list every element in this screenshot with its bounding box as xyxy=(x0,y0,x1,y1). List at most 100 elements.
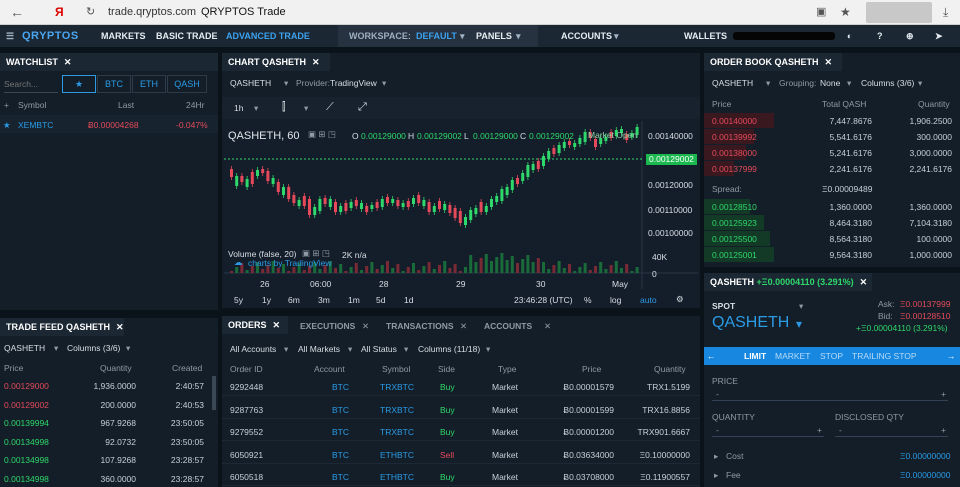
chevron-down-icon[interactable]: ▾ xyxy=(382,78,386,89)
tab-qash[interactable]: QASH xyxy=(167,75,207,93)
pair-select[interactable]: QASHETH xyxy=(4,343,45,353)
close-icon[interactable]: ✕ xyxy=(825,57,833,67)
filter-status[interactable]: All Status xyxy=(361,344,397,354)
chevron-down-icon[interactable]: ▾ xyxy=(304,103,308,114)
close-icon[interactable]: ✕ xyxy=(460,321,467,332)
increment-icon[interactable]: + xyxy=(941,425,946,435)
close-icon[interactable]: ✕ xyxy=(116,322,124,332)
back-arrow-icon[interactable]: ← xyxy=(10,0,24,25)
download-icon[interactable]: ⤓ xyxy=(943,0,948,25)
chevron-down-icon[interactable]: ▾ xyxy=(460,25,465,47)
table-row[interactable]: 0.00134998 107.9268 23:28:57 xyxy=(0,452,210,468)
close-icon[interactable]: ✕ xyxy=(273,320,281,330)
pair-select[interactable]: QASHETH xyxy=(712,78,753,88)
table-row[interactable]: 0.00134998 360.0000 23:28:57 xyxy=(0,471,210,487)
col-last[interactable]: Last xyxy=(118,100,134,110)
indicator-icon[interactable]: ⟋ xyxy=(326,101,334,114)
bid-row[interactable]: 0.00125923 8,464.3180 7,104.3180 xyxy=(704,215,960,230)
arrow-right-icon[interactable]: → xyxy=(947,351,956,361)
lock-icon[interactable]: ▣ xyxy=(816,0,826,25)
quantity-input[interactable]: - + xyxy=(712,423,824,437)
logo[interactable]: QRYPTOS xyxy=(22,25,79,47)
bid-row[interactable]: 0.00128510 1,360.0000 1,360.0000 xyxy=(704,199,960,214)
range-6m[interactable]: 6m xyxy=(288,295,300,305)
workspace-select[interactable]: DEFAULT xyxy=(416,25,457,47)
range-1d[interactable]: 1d xyxy=(404,295,413,305)
table-row[interactable]: 0.00129002 200.0000 2:40:53 xyxy=(0,397,210,413)
chevron-down-icon[interactable]: ▾ xyxy=(254,103,258,114)
scrollbar[interactable] xyxy=(212,376,216,410)
table-row[interactable]: 0.00139994 967.9268 23:50:05 xyxy=(0,415,210,431)
nav-wallets[interactable]: WALLETS xyxy=(684,25,727,47)
nav-panels[interactable]: PANELS xyxy=(476,25,512,47)
table-row[interactable]: 0.00134998 92.0732 23:50:05 xyxy=(0,434,210,450)
col-24hr[interactable]: 24Hr xyxy=(186,100,204,110)
increment-icon[interactable]: + xyxy=(941,389,946,399)
gear-icon[interactable]: ⚙ xyxy=(676,294,684,305)
close-icon[interactable]: ✕ xyxy=(312,57,320,67)
ask-row[interactable]: 0.00139992 5,541.6176 300.0000 xyxy=(704,129,960,144)
nav-markets[interactable]: MARKETS xyxy=(101,25,146,47)
profile-avatar[interactable] xyxy=(866,2,932,23)
decrement-icon[interactable]: - xyxy=(716,389,719,399)
columns-select[interactable]: Columns (3/6) xyxy=(67,343,120,353)
filter-markets[interactable]: All Markets xyxy=(298,344,340,354)
table-row[interactable]: 6050921 BTC ETHBTC Sell Market Ƀ0.036340… xyxy=(222,446,700,464)
tab-market[interactable]: MARKET xyxy=(775,351,810,361)
chevron-down-icon[interactable]: ▾ xyxy=(614,25,619,47)
chevron-down-icon[interactable]: ▾ xyxy=(348,344,352,355)
table-row[interactable]: 9279552 BTC TRXBTC Buy Market Ƀ0.0000120… xyxy=(222,423,700,441)
provider-select[interactable]: TradingView xyxy=(330,78,377,88)
tab-eth[interactable]: ETH xyxy=(132,75,166,93)
range-1m[interactable]: 1m xyxy=(348,295,360,305)
nav-accounts[interactable]: ACCOUNTS xyxy=(561,25,612,47)
fullscreen-icon[interactable]: ⤢ xyxy=(358,101,367,114)
decrement-icon[interactable]: - xyxy=(839,425,842,435)
close-icon[interactable]: ✕ xyxy=(64,57,72,67)
log-toggle[interactable]: log xyxy=(610,295,621,305)
chevron-down-icon[interactable]: ▾ xyxy=(918,78,922,89)
candles-icon[interactable]: ⫿ xyxy=(282,101,286,114)
percent-toggle[interactable]: % xyxy=(584,295,592,305)
nav-advanced-trade[interactable]: ADVANCED TRADE xyxy=(226,25,310,47)
filter-accounts[interactable]: All Accounts xyxy=(230,344,276,354)
arrow-left-icon[interactable]: ← xyxy=(707,351,716,361)
table-row[interactable]: 9287763 BTC TRXBTC Buy Market Ƀ0.0000159… xyxy=(222,401,700,419)
expand-icon[interactable]: ▸ xyxy=(714,451,718,462)
table-row[interactable]: 9292448 BTC TRXBTC Buy Market Ƀ0.0000157… xyxy=(222,378,700,396)
telegram-icon[interactable]: ➤ xyxy=(935,25,943,47)
columns-select[interactable]: Columns (11/18) xyxy=(418,344,480,354)
increment-icon[interactable]: + xyxy=(817,425,822,435)
range-5d[interactable]: 5d xyxy=(376,295,385,305)
interval-select[interactable]: 1h xyxy=(234,103,243,113)
palette-icon[interactable]: ◐ xyxy=(847,25,852,47)
tab-favorites[interactable]: ★ xyxy=(62,75,96,93)
close-icon[interactable]: ✕ xyxy=(860,277,868,287)
decrement-icon[interactable]: - xyxy=(716,425,719,435)
table-row[interactable]: 6050518 BTC ETHBTC Buy Market Ƀ0.0370800… xyxy=(222,468,700,486)
ask-row[interactable]: 0.00140000 7,447.8676 1,906.2500 xyxy=(704,113,960,128)
close-icon[interactable]: ✕ xyxy=(362,321,369,332)
tab-accounts[interactable]: ACCOUNTS xyxy=(484,321,532,331)
globe-icon[interactable]: ⊕ xyxy=(906,25,914,47)
range-5y[interactable]: 5y xyxy=(234,295,243,305)
chevron-down-icon[interactable]: ▾ xyxy=(799,301,803,312)
bookmark-star-icon[interactable]: ★ xyxy=(840,0,851,25)
chevron-down-icon[interactable]: ▾ xyxy=(516,25,521,47)
range-3m[interactable]: 3m xyxy=(318,295,330,305)
price-input[interactable]: - + xyxy=(712,387,948,401)
yandex-icon[interactable]: Я xyxy=(55,5,64,19)
columns-select[interactable]: Columns (3/6) xyxy=(861,78,914,88)
url-text[interactable]: trade.qryptos.com xyxy=(108,6,196,18)
table-row[interactable]: 0.00129000 1,936.0000 2:40:57 xyxy=(0,378,210,394)
disclosed-qty-input[interactable]: - + xyxy=(835,423,948,437)
list-item[interactable]: ★ XEMBTC Ƀ0.00004268 -0.047% xyxy=(0,115,218,133)
nav-basic-trade[interactable]: BASIC TRADE xyxy=(156,25,218,47)
ask-row[interactable]: 0.00137999 2,241.6176 2,241.6176 xyxy=(704,161,960,176)
range-1y[interactable]: 1y xyxy=(262,295,271,305)
pair-select[interactable]: QASHETH xyxy=(230,78,271,88)
tab-limit[interactable]: LIMIT xyxy=(744,351,766,361)
close-icon[interactable]: ✕ xyxy=(544,321,551,332)
chevron-down-icon[interactable]: ▾ xyxy=(404,344,408,355)
chevron-down-icon[interactable]: ▾ xyxy=(766,78,770,89)
